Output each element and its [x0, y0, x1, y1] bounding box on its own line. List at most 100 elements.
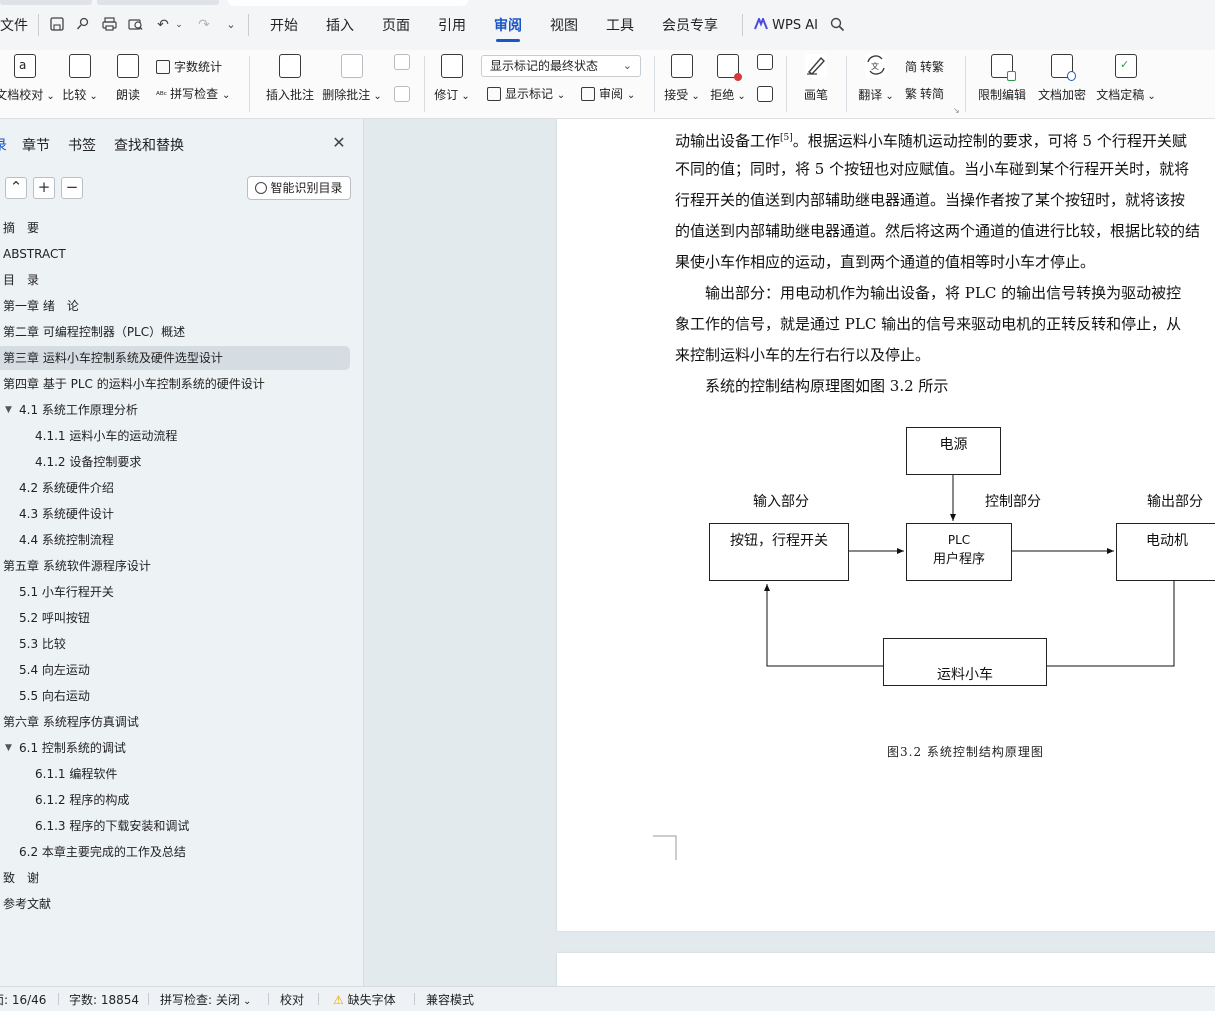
page-indicator[interactable]: 页面: 16/46: [0, 991, 46, 1008]
toc-item[interactable]: ▼ 6.1 控制系统的调试: [0, 736, 350, 760]
collapse-all-button[interactable]: ⌃: [5, 177, 27, 199]
missing-font-status[interactable]: ⚠ 缺失字体: [333, 991, 396, 1008]
diagram-connectors: [764, 475, 1175, 667]
toc-item[interactable]: 5.3 比较: [0, 632, 350, 656]
save-icon[interactable]: [49, 17, 65, 33]
word-count-status[interactable]: 字数: 18854: [69, 991, 139, 1008]
toc-item[interactable]: 6.2 本章主要完成的工作及总结: [0, 840, 350, 864]
search-icon[interactable]: [829, 17, 845, 33]
expand-button[interactable]: +: [33, 177, 55, 199]
prev-change-button[interactable]: [755, 54, 775, 70]
group-launcher-icon[interactable]: ↘: [953, 106, 960, 115]
delete-comment-button[interactable]: 删除批注: [322, 54, 382, 103]
tab-member[interactable]: 会员专享: [662, 16, 718, 36]
accept-button[interactable]: 接受: [662, 54, 702, 103]
undo-dropdown-icon[interactable]: ⌄: [171, 17, 187, 33]
ribbon-separator: [654, 56, 655, 112]
toc-item[interactable]: 第四章 基于 PLC 的运料小车控制系统的硬件设计: [0, 372, 350, 396]
to-traditional-button[interactable]: 简转繁: [905, 58, 944, 76]
finalize-icon: ✓: [1115, 54, 1137, 78]
word-count-button[interactable]: 字数统计: [156, 58, 222, 76]
tab-home[interactable]: 开始: [270, 16, 298, 36]
toc-item[interactable]: 5.1 小车行程开关: [0, 580, 350, 604]
toc-item-label: 第四章 基于 PLC 的运料小车控制系统的硬件设计: [3, 377, 265, 391]
toc-item[interactable]: 第一章 绪 论: [0, 294, 350, 318]
compare-button[interactable]: 比较: [60, 54, 100, 103]
reject-button[interactable]: 拒绝: [708, 54, 748, 103]
spell-check-button[interactable]: ᴬᴮᶜ 拼写检查: [156, 85, 230, 103]
tab-view[interactable]: 视图: [550, 16, 578, 36]
toc-item[interactable]: 4.2 系统硬件介绍: [0, 476, 350, 500]
expand-triangle-icon[interactable]: ▼: [5, 736, 12, 760]
tab-insert[interactable]: 插入: [326, 16, 354, 36]
ink-button[interactable]: 画笔: [796, 54, 836, 103]
spell-check-icon: ᴬᴮᶜ: [156, 91, 168, 101]
wps-ai-button[interactable]: WPS AI: [754, 16, 818, 36]
review-pane-button[interactable]: 审阅: [581, 85, 635, 103]
tab-references[interactable]: 引用: [438, 16, 466, 36]
show-markup-button[interactable]: 显示标记: [487, 85, 565, 103]
markup-state-select[interactable]: 显示标记的最终状态 ⌄: [481, 55, 641, 77]
toc-item[interactable]: 第三章 运料小车控制系统及硬件选型设计: [0, 346, 350, 370]
nav-tab-chapters[interactable]: 章节: [22, 135, 50, 155]
toc-item[interactable]: 目 录: [0, 268, 350, 292]
tab-tools[interactable]: 工具: [606, 16, 634, 36]
document-area[interactable]: 动输出设备工作[5]。根据运料小车随机运动控制的要求，可将 5 个行程开关赋 不同…: [364, 119, 1215, 986]
toc-item[interactable]: 5.5 向右运动: [0, 684, 350, 708]
next-comment-button[interactable]: [392, 86, 412, 102]
nav-tab-toc[interactable]: 目录: [0, 135, 7, 155]
nav-tab-bookmarks[interactable]: 书签: [68, 135, 96, 155]
toc-item[interactable]: 第五章 系统软件源程序设计: [0, 554, 350, 578]
toc-item[interactable]: 参考文献: [0, 892, 350, 916]
toc-item[interactable]: ▼ 4.1 系统工作原理分析: [0, 398, 350, 422]
toc-item[interactable]: 致 谢: [0, 866, 350, 890]
document-tab[interactable]: [97, 0, 219, 5]
proofread-status[interactable]: 校对: [280, 991, 304, 1008]
toc-item[interactable]: 摘 要: [0, 216, 350, 240]
read-aloud-button[interactable]: 朗读: [108, 54, 148, 103]
collapse-button[interactable]: −: [61, 177, 83, 199]
nav-tab-find-replace[interactable]: 查找和替换: [114, 135, 184, 155]
tab-review[interactable]: 审阅: [494, 16, 522, 42]
document-tab-active[interactable]: [228, 0, 468, 6]
control-section-label: 控制部分: [985, 494, 1041, 510]
expand-triangle-icon[interactable]: ▼: [5, 398, 12, 422]
file-menu[interactable]: 文件: [0, 16, 28, 36]
spell-check-status[interactable]: 拼写检查: 关闭: [160, 991, 251, 1008]
smart-toc-button[interactable]: 智能识别目录: [247, 176, 351, 200]
toc-item[interactable]: 第二章 可编程控制器（PLC）概述: [0, 320, 350, 344]
document-tab[interactable]: [0, 0, 92, 5]
insert-comment-button[interactable]: 插入批注: [262, 54, 318, 103]
encrypt-button[interactable]: 文档加密: [1036, 54, 1088, 103]
restrict-edit-button[interactable]: 限制编辑: [976, 54, 1028, 103]
toc-item[interactable]: 4.4 系统控制流程: [0, 528, 350, 552]
toc-item[interactable]: ABSTRACT: [0, 242, 350, 266]
toc-item[interactable]: 5.2 呼叫按钮: [0, 606, 350, 630]
toc-item[interactable]: 6.1.2 程序的构成: [0, 788, 350, 812]
toc-item[interactable]: 6.1.3 程序的下载安装和调试: [0, 814, 350, 838]
track-changes-button[interactable]: 修订: [432, 54, 472, 103]
close-icon[interactable]: ✕: [332, 135, 346, 151]
quick-access-more-icon[interactable]: ⌄: [223, 17, 239, 33]
next-document-page[interactable]: [557, 953, 1215, 986]
redo-icon[interactable]: ↷: [196, 17, 212, 33]
toc-item[interactable]: 第六章 系统程序仿真调试: [0, 710, 350, 734]
share-icon[interactable]: [75, 17, 91, 33]
translate-button[interactable]: 文 翻译: [856, 54, 896, 103]
toc-item[interactable]: 6.1.1 编程软件: [0, 762, 350, 786]
undo-icon[interactable]: ↶: [155, 17, 171, 33]
finalize-button[interactable]: ✓ 文档定稿: [1096, 54, 1156, 103]
tab-page[interactable]: 页面: [382, 16, 410, 36]
print-icon[interactable]: [101, 17, 117, 33]
next-change-button[interactable]: [755, 86, 775, 102]
toc-item[interactable]: 4.3 系统硬件设计: [0, 502, 350, 526]
to-simplified-button[interactable]: 繁转简: [905, 85, 944, 103]
toc-item[interactable]: 5.4 向左运动: [0, 658, 350, 682]
toc-item-label: 5.3 比较: [19, 637, 66, 651]
prev-comment-button[interactable]: [392, 54, 412, 70]
document-page[interactable]: 动输出设备工作[5]。根据运料小车随机运动控制的要求，可将 5 个行程开关赋 不同…: [557, 119, 1215, 931]
print-preview-icon[interactable]: [127, 17, 143, 33]
toc-item[interactable]: 4.1.1 运料小车的运动流程: [0, 424, 350, 448]
doc-check-button[interactable]: a 文档校对: [0, 54, 56, 103]
toc-item[interactable]: 4.1.2 设备控制要求: [0, 450, 350, 474]
